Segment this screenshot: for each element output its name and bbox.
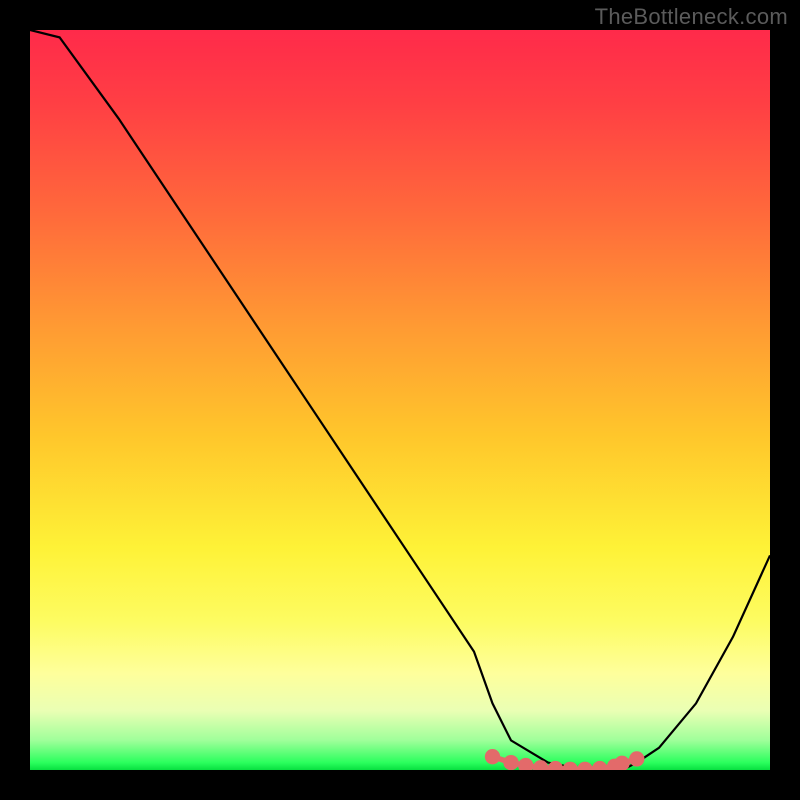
flat-zone-dot: [629, 751, 644, 766]
bottleneck-curve-line: [30, 30, 770, 770]
plot-area: [30, 30, 770, 770]
flat-zone-dot: [577, 762, 592, 770]
chart-svg: [30, 30, 770, 770]
flat-zone-dots: [485, 749, 645, 770]
flat-zone-dot: [518, 758, 533, 770]
flat-zone-dot: [614, 756, 629, 770]
chart-frame: TheBottleneck.com: [0, 0, 800, 800]
flat-zone-dot: [563, 762, 578, 770]
flat-zone-dot: [503, 755, 518, 770]
flat-zone-dot: [485, 749, 500, 764]
flat-zone-dot: [592, 761, 607, 770]
watermark-text: TheBottleneck.com: [595, 4, 788, 30]
